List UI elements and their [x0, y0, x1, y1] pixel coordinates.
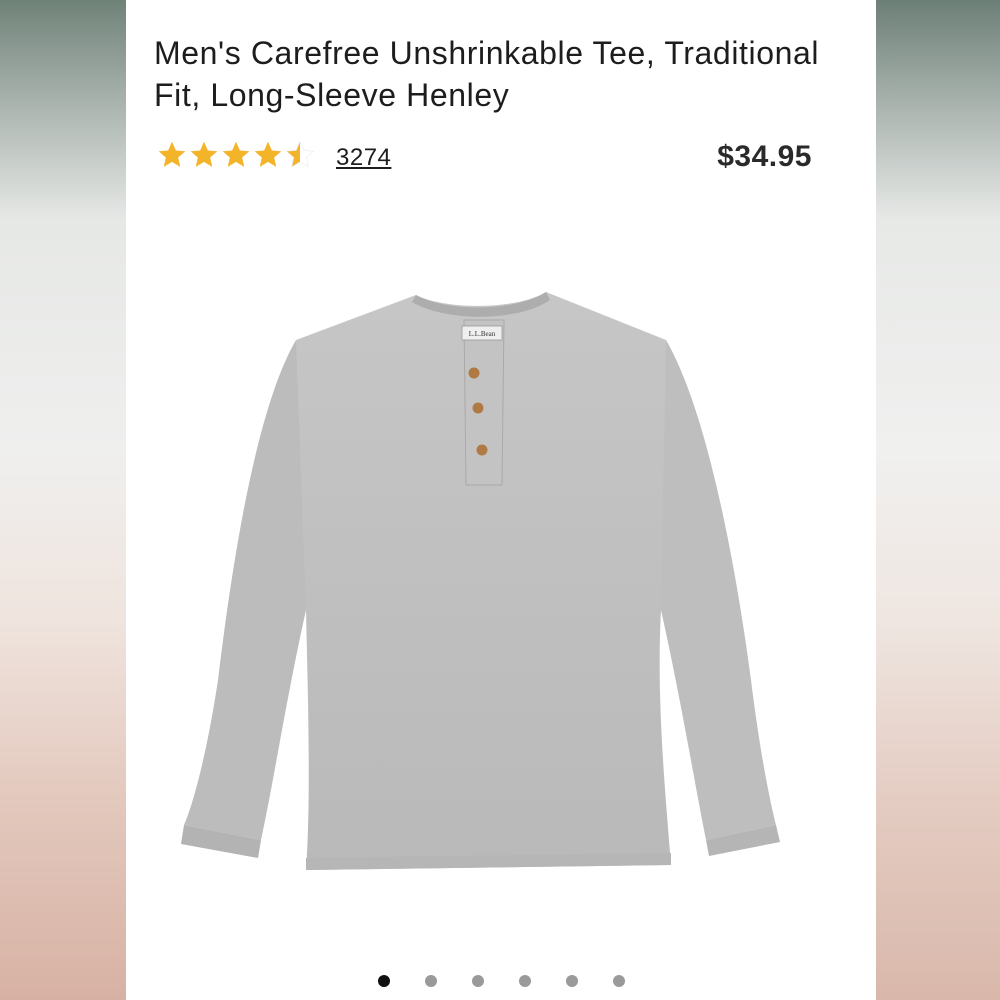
star-icon: [158, 141, 186, 167]
star-icon: [222, 141, 250, 167]
carousel-dot[interactable]: [377, 975, 390, 987]
star-icon: [254, 141, 282, 167]
carousel-dot[interactable]: [518, 975, 531, 987]
carousel-dot[interactable]: [424, 975, 437, 987]
rating-row: 3274 $34.95: [156, 138, 846, 178]
button-icon: [472, 402, 484, 414]
background-left: [0, 0, 126, 1000]
carousel-dots: [126, 975, 876, 995]
product-title: Men's Carefree Unshrinkable Tee, Traditi…: [154, 35, 820, 113]
right-sleeve: [648, 340, 776, 840]
product-image[interactable]: L.L.Bean: [166, 280, 846, 900]
button-icon: [468, 367, 480, 379]
background-right: [876, 0, 1000, 1000]
half-star-icon: [286, 141, 314, 168]
review-count-link[interactable]: 3274: [336, 144, 391, 172]
product-price: $34.95: [717, 140, 812, 173]
carousel-dot[interactable]: [565, 975, 578, 987]
carousel-dot[interactable]: [471, 975, 484, 987]
product-page: Men's Carefree Unshrinkable Tee, Traditi…: [126, 0, 876, 1000]
carousel-dot[interactable]: [612, 975, 625, 987]
button-icon: [476, 444, 488, 456]
brand-label-text: L.L.Bean: [469, 330, 496, 338]
placket: [463, 319, 505, 486]
star-icon: [190, 141, 218, 167]
star-rating[interactable]: [156, 138, 316, 174]
left-sleeve: [184, 340, 316, 840]
